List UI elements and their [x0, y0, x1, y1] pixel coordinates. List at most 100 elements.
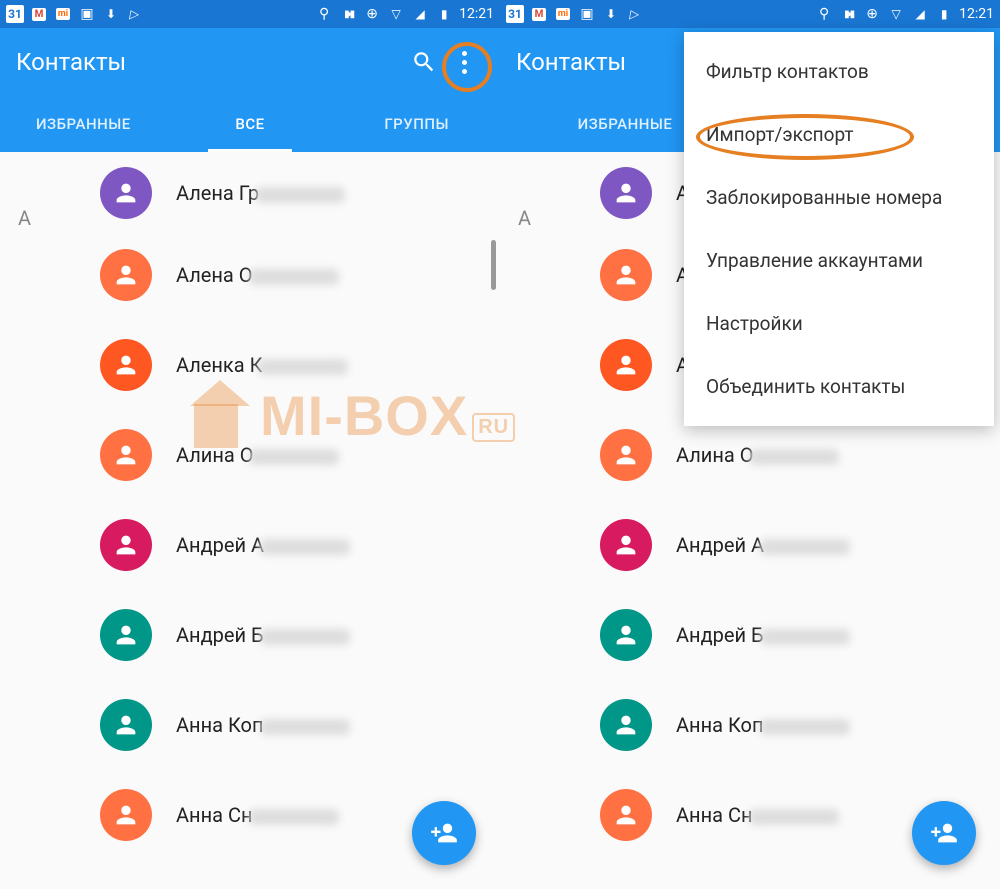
gallery-icon	[578, 5, 596, 23]
signal-icon	[911, 5, 929, 23]
avatar	[600, 339, 652, 391]
avatar	[100, 429, 152, 481]
gmail-icon	[30, 5, 48, 23]
redacted-text	[249, 809, 339, 825]
overflow-menu-button[interactable]	[444, 42, 484, 82]
contact-row[interactable]: Андрей А	[0, 500, 500, 590]
play-icon	[126, 5, 144, 23]
contact-name: Алена Гр	[176, 181, 345, 205]
battery-icon	[435, 5, 453, 23]
contact-row[interactable]: Андрей Б	[0, 590, 500, 680]
contact-row[interactable]: Алена О	[0, 230, 500, 320]
menu-import-export[interactable]: Импорт/экспорт	[684, 103, 994, 166]
location-icon	[887, 5, 905, 23]
avatar	[100, 249, 152, 301]
contact-name: Анна Сн	[176, 803, 339, 827]
section-header: А	[18, 206, 31, 230]
person-icon	[112, 801, 140, 829]
screen-right: 31 12:21 Контакты ИЗБРАННЫЕ А Алена ГрАл…	[500, 0, 1000, 889]
contact-name: Андрей Б	[676, 623, 850, 647]
menu-merge-contacts[interactable]: Объединить контакты	[684, 355, 994, 418]
statusbar: 31 12:21	[0, 0, 500, 28]
vibrate-icon	[339, 5, 357, 23]
play-icon	[626, 5, 644, 23]
person-icon	[112, 441, 140, 469]
contact-list[interactable]: А Алена Гр Алена ОАленка К Алина О Андрей А…	[0, 152, 500, 889]
statusbar: 31 12:21	[500, 0, 1000, 28]
add-contact-fab[interactable]	[912, 801, 976, 865]
contact-row[interactable]: Алена Гр	[0, 152, 500, 230]
avatar	[600, 167, 652, 219]
contact-row[interactable]: Андрей А	[500, 500, 1000, 590]
contact-row[interactable]: Анна Коп	[0, 680, 500, 770]
calendar-icon: 31	[6, 5, 24, 23]
search-button[interactable]	[404, 42, 444, 82]
person-icon	[612, 351, 640, 379]
avatar	[600, 699, 652, 751]
redacted-text	[258, 359, 348, 375]
contact-name: Анна Коп	[176, 713, 350, 737]
contact-name: Андрей А	[676, 533, 850, 557]
bluetooth-icon	[815, 5, 833, 23]
add-contact-fab[interactable]	[412, 801, 476, 865]
redacted-text	[260, 719, 350, 735]
mi-icon	[554, 5, 572, 23]
gmail-icon	[530, 5, 548, 23]
person-icon	[612, 261, 640, 289]
person-icon	[112, 711, 140, 739]
avatar	[100, 167, 152, 219]
avatar	[600, 249, 652, 301]
menu-settings[interactable]: Настройки	[684, 292, 994, 355]
tab-favorites[interactable]: ИЗБРАННЫЕ	[0, 96, 167, 152]
redacted-text	[260, 629, 350, 645]
menu-filter-contacts[interactable]: Фильтр контактов	[684, 40, 994, 103]
menu-blocked-numbers[interactable]: Заблокированные номера	[684, 166, 994, 229]
more-vert-icon	[462, 51, 467, 74]
person-icon	[112, 621, 140, 649]
calendar-icon: 31	[506, 5, 524, 23]
bluetooth-icon	[315, 5, 333, 23]
person-icon	[612, 179, 640, 207]
person-icon	[112, 261, 140, 289]
redacted-text	[760, 719, 850, 735]
contact-row[interactable]: Анна Коп	[500, 680, 1000, 770]
avatar	[600, 519, 652, 571]
contact-row[interactable]: Аленка К	[0, 320, 500, 410]
contact-name: Алина О	[176, 443, 339, 467]
tab-groups[interactable]: ГРУППЫ	[333, 96, 500, 152]
person-icon	[612, 801, 640, 829]
person-icon	[612, 441, 640, 469]
person-add-icon	[430, 819, 458, 847]
screen-left: 31 12:21 Контакты ИЗБРАННЫЕ ВСЕ ГРУППЫ	[0, 0, 500, 889]
gallery-icon	[78, 5, 96, 23]
person-icon	[112, 179, 140, 207]
avatar	[600, 789, 652, 841]
data-saver-icon	[863, 5, 881, 23]
contact-name: Анна Коп	[676, 713, 850, 737]
contact-name: Алина О	[676, 443, 839, 467]
tab-all[interactable]: ВСЕ	[167, 96, 334, 152]
menu-manage-accounts[interactable]: Управление аккаунтами	[684, 229, 994, 292]
redacted-text	[760, 539, 850, 555]
redacted-text	[249, 449, 339, 465]
location-icon	[387, 5, 405, 23]
person-icon	[612, 621, 640, 649]
redacted-text	[255, 187, 345, 203]
section-header: А	[518, 206, 531, 230]
avatar	[100, 609, 152, 661]
redacted-text	[260, 539, 350, 555]
avatar	[100, 519, 152, 571]
vibrate-icon	[839, 5, 857, 23]
contact-row[interactable]: Андрей Б	[500, 590, 1000, 680]
redacted-text	[749, 449, 839, 465]
download-icon	[602, 5, 620, 23]
scrollbar-thumb[interactable]	[491, 240, 496, 290]
contact-name: Анна Сн	[676, 803, 839, 827]
person-icon	[612, 711, 640, 739]
battery-icon	[935, 5, 953, 23]
person-icon	[612, 531, 640, 559]
signal-icon	[411, 5, 429, 23]
contact-name: Андрей А	[176, 533, 350, 557]
contact-row[interactable]: Алина О	[0, 410, 500, 500]
page-title: Контакты	[16, 48, 404, 76]
